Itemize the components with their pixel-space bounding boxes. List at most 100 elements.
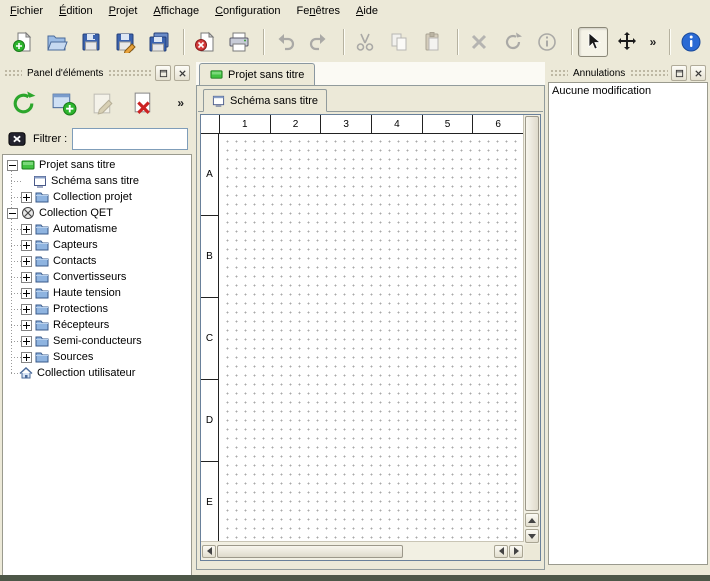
column-headers: 123456 [220,115,524,134]
tree-item-protections[interactable]: Protections [3,301,191,317]
folder-icon [35,270,49,284]
folder-icon [35,238,49,252]
expand-toggle[interactable] [21,336,32,347]
vertical-scrollbar-thumb[interactable] [525,116,539,511]
toolbar-separator [183,29,185,55]
menu-fichier[interactable]: Fichier [2,2,51,20]
tree-item-collection-projet[interactable]: Collection projet [3,189,191,205]
expand-toggle[interactable] [21,256,32,267]
selection-properties-button[interactable] [532,27,562,57]
menu-configuration[interactable]: Configuration [207,2,288,20]
vertical-scrollbar[interactable] [523,115,540,544]
scrollbar-corner [524,544,540,560]
expand-toggle[interactable] [21,192,32,203]
expand-toggle[interactable] [21,320,32,331]
tree-item-schema-sans-titre[interactable]: Schéma sans titre [3,173,191,189]
expand-toggle[interactable] [21,288,32,299]
collapse-toggle[interactable] [7,208,18,219]
row-headers: ABCDE [201,134,219,544]
folder-icon [35,286,49,300]
selection-mode-button[interactable] [578,27,608,57]
diagram-scroll-area: 123456 ABCDE [201,115,524,544]
tree-item-label: Haute tension [53,287,121,299]
scroll-up-button[interactable] [525,513,539,527]
expand-toggle[interactable] [21,272,32,283]
save-button[interactable] [76,27,106,57]
scroll-left-button[interactable] [202,545,216,558]
tree-item-semi-conducteurs[interactable]: Semi-conducteurs [3,333,191,349]
menu-affichage[interactable]: Affichage [145,2,207,20]
tree-item-recepteurs[interactable]: Récepteurs [3,317,191,333]
tree-item-projet-sans-titre[interactable]: Projet sans titre [3,157,191,173]
open-file-button[interactable] [42,27,72,57]
visualisation-mode-button[interactable] [612,27,642,57]
expand-toggle[interactable] [21,352,32,363]
filter-input[interactable] [72,128,188,150]
folder-icon [35,302,49,316]
float-window-icon[interactable] [155,65,171,81]
tree-item-contacts[interactable]: Contacts [3,253,191,269]
horizontal-scrollbar[interactable] [201,541,524,560]
dock-grip [4,69,22,77]
save-all-button[interactable] [144,27,174,57]
copy-button[interactable] [384,27,414,57]
dock-grip [630,69,668,77]
elements-panel-titlebar[interactable]: Panel d'éléments [2,64,192,82]
delete-selection-button[interactable] [464,27,494,57]
scroll-left-button-2[interactable] [494,545,508,558]
arrow-left-icon [499,547,504,555]
elements-toolbar-overflow[interactable]: » [177,96,188,110]
desktop-strip [0,575,710,581]
arrow-down-icon [528,534,536,539]
undo-panel-titlebar[interactable]: Annulations [548,64,708,82]
expand-toggle[interactable] [21,240,32,251]
save-as-button[interactable] [110,27,140,57]
tree-item-collection-qet[interactable]: Collection QET [3,205,191,221]
elements-panel-dock: Panel d'éléments » Filtrer : Projet sans… [2,64,192,577]
expand-toggle[interactable] [21,304,32,315]
reload-collections-button[interactable] [6,86,40,120]
tab-projet-sans-titre[interactable]: Projet sans titre [199,63,315,85]
tree-item-collection-utilisateur[interactable]: Collection utilisateur [3,365,191,381]
tree-item-label: Projet sans titre [39,159,115,171]
tree-item-haute-tension[interactable]: Haute tension [3,285,191,301]
undo-button[interactable] [270,27,300,57]
tree-item-capteurs[interactable]: Capteurs [3,237,191,253]
menu-aide[interactable]: Aide [348,2,386,20]
tree-item-label: Collection QET [39,207,113,219]
close-icon[interactable] [690,65,706,81]
filter-clear-button[interactable] [6,129,28,149]
project-icon [21,158,35,172]
menu-projet[interactable]: Projet [101,2,146,20]
menu-edition[interactable]: Édition [51,2,101,20]
paste-button[interactable] [418,27,448,57]
redo-button[interactable] [304,27,334,57]
float-window-icon[interactable] [671,65,687,81]
new-file-button[interactable] [8,27,38,57]
edit-element-button[interactable] [86,86,120,120]
tree-item-automatisme[interactable]: Automatisme [3,221,191,237]
tab-schema-sans-titre[interactable]: Schéma sans titre [203,89,327,112]
new-element-button[interactable] [46,86,80,120]
rotate-selection-button[interactable] [498,27,528,57]
project-tab-label: Projet sans titre [228,69,304,81]
print-button[interactable] [224,27,254,57]
tree-item-sources[interactable]: Sources [3,349,191,365]
scroll-down-button[interactable] [525,529,539,543]
schema-icon [33,174,47,188]
toolbar-extension-button[interactable]: » [646,27,660,57]
expand-toggle[interactable] [21,224,32,235]
scroll-right-button[interactable] [509,545,523,558]
cut-button[interactable] [350,27,380,57]
close-icon[interactable] [174,65,190,81]
collapse-toggle[interactable] [7,160,18,171]
tree-item-convertisseurs[interactable]: Convertisseurs [3,269,191,285]
close-file-button[interactable] [190,27,220,57]
delete-element-button[interactable] [126,86,160,120]
horizontal-scrollbar-thumb[interactable] [217,545,403,558]
folder-icon [35,318,49,332]
about-button[interactable] [676,27,706,57]
diagram-canvas[interactable] [220,134,524,544]
diagram-view[interactable]: 123456 ABCDE [200,114,541,561]
menu-fenetres[interactable]: Fenêtres [289,2,348,20]
